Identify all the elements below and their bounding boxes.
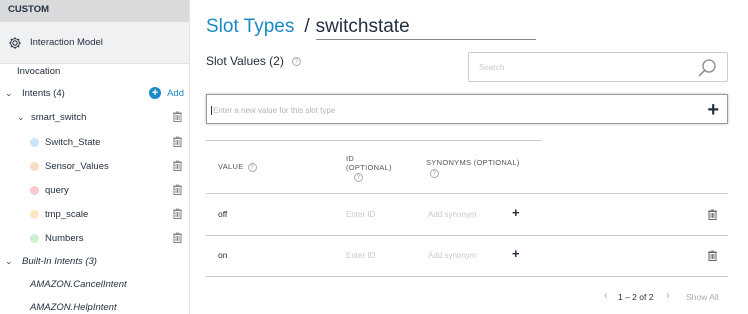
trash-icon[interactable] <box>708 250 717 261</box>
slot-color-dot <box>30 209 39 219</box>
column-synonyms-label: SYNONYMS (OPTIONAL) <box>426 158 520 167</box>
slot-label: query <box>45 184 69 196</box>
builtin-intent-label: AMAZON.CancelIntent <box>30 278 127 290</box>
chevron-down-icon[interactable]: ⌄ <box>17 112 27 123</box>
slot-label: Numbers <box>45 232 84 244</box>
slot-label: Switch_State <box>45 136 101 148</box>
add-intent-button[interactable]: + Add <box>149 87 184 99</box>
search-placeholder: Search <box>479 63 505 72</box>
show-all-button[interactable]: Show All <box>686 292 719 302</box>
trash-icon[interactable] <box>173 136 182 147</box>
sidebar-item-invocation[interactable]: Invocation <box>0 62 190 80</box>
breadcrumb-separator: / <box>304 16 310 37</box>
sidebar-slot-item[interactable]: Sensor_Values <box>0 157 190 175</box>
id-input[interactable]: Enter ID <box>346 210 375 219</box>
chevron-left-icon[interactable]: ‹ <box>604 290 608 302</box>
synonym-input[interactable]: Add synonym <box>428 210 476 219</box>
sidebar: CUSTOM Interaction Model Invocation ⌄ In… <box>0 0 190 314</box>
info-icon[interactable]: ? <box>247 163 257 172</box>
synonym-input[interactable]: Add synonym <box>428 251 476 260</box>
column-header-value: VALUE? <box>218 162 257 172</box>
trash-icon[interactable] <box>173 160 182 171</box>
slot-values-label: Slot Values (2) <box>206 54 284 68</box>
intents-label: Intents (4) <box>22 87 65 99</box>
chevron-down-icon[interactable]: ⌄ <box>5 256 15 267</box>
builtin-intents-label: Built-In Intents (3) <box>22 255 97 267</box>
slot-values-heading: Slot Values (2) ? <box>206 54 301 68</box>
table-cell-value[interactable]: on <box>218 250 227 260</box>
trash-icon[interactable] <box>173 232 182 243</box>
slot-label: tmp_scale <box>45 208 89 220</box>
trash-icon[interactable] <box>173 208 182 219</box>
builtin-intent-label: AMAZON.HelpIntent <box>30 301 117 313</box>
column-id-label: ID <box>346 154 355 163</box>
add-synonym-button[interactable]: + <box>512 246 520 261</box>
add-label: Add <box>167 87 184 99</box>
gear-icon <box>9 36 21 49</box>
slot-color-dot <box>30 137 39 147</box>
new-value-placeholder: Enter a new value for this slot type <box>211 106 336 115</box>
trash-icon[interactable] <box>708 209 717 220</box>
pager-range: 1 – 2 of 2 <box>618 292 654 302</box>
divider <box>206 235 728 236</box>
invocation-label: Invocation <box>17 65 61 77</box>
slot-color-dot <box>30 185 39 195</box>
column-id-optional: (OPTIONAL) <box>346 163 392 172</box>
table-cell-value[interactable]: off <box>218 209 227 219</box>
sidebar-section-label: CUSTOM <box>0 0 189 22</box>
interaction-model-label: Interaction Model <box>30 37 103 48</box>
sidebar-slot-item[interactable]: query <box>0 181 190 199</box>
sidebar-slot-item[interactable]: Numbers <box>0 229 190 247</box>
info-icon[interactable]: ? <box>430 169 439 178</box>
sidebar-builtin-item[interactable]: AMAZON.CancelIntent <box>0 275 190 293</box>
search-input[interactable]: Search <box>468 52 728 82</box>
divider <box>206 140 542 141</box>
page-title: Slot Types / switchstate <box>206 16 536 40</box>
chevron-down-icon[interactable]: ⌄ <box>5 88 15 99</box>
slot-type-name-field[interactable]: switchstate <box>315 16 536 40</box>
sidebar-item-intents[interactable]: ⌄ Intents (4) + Add <box>0 84 190 102</box>
smart-switch-label: smart_switch <box>31 111 87 123</box>
slot-color-dot <box>30 161 39 171</box>
id-input[interactable]: Enter ID <box>346 251 375 260</box>
divider <box>206 276 728 277</box>
main-panel: Slot Types / switchstate Slot Values (2)… <box>190 0 748 314</box>
sidebar-item-builtin-intents[interactable]: ⌄ Built-In Intents (3) <box>0 252 190 270</box>
info-icon[interactable]: ? <box>291 56 301 66</box>
sidebar-item-smart-switch[interactable]: ⌄ smart_switch <box>0 108 190 126</box>
add-value-button[interactable]: + <box>707 99 719 122</box>
add-synonym-button[interactable]: + <box>512 205 520 220</box>
new-value-input[interactable]: Enter a new value for this slot type + <box>206 94 728 124</box>
slot-label: Sensor_Values <box>45 160 109 172</box>
plus-circle-icon: + <box>149 87 162 99</box>
breadcrumb-slot-types[interactable]: Slot Types <box>206 16 294 38</box>
sidebar-slot-item[interactable]: Switch_State <box>0 133 190 151</box>
slot-color-dot <box>30 233 39 243</box>
divider <box>206 193 728 194</box>
column-header-id: ID (OPTIONAL) ? <box>346 154 392 182</box>
trash-icon[interactable] <box>173 184 182 195</box>
column-value-label: VALUE <box>218 162 244 171</box>
sidebar-item-interaction-model[interactable]: Interaction Model <box>0 22 189 64</box>
chevron-right-icon[interactable]: › <box>666 290 670 302</box>
trash-icon[interactable] <box>173 111 182 122</box>
sidebar-slot-item[interactable]: tmp_scale <box>0 205 190 223</box>
info-icon[interactable]: ? <box>354 173 363 182</box>
search-icon[interactable] <box>697 58 717 78</box>
column-header-synonyms: SYNONYMS (OPTIONAL) ? <box>426 158 520 178</box>
sidebar-builtin-item[interactable]: AMAZON.HelpIntent <box>0 298 190 314</box>
